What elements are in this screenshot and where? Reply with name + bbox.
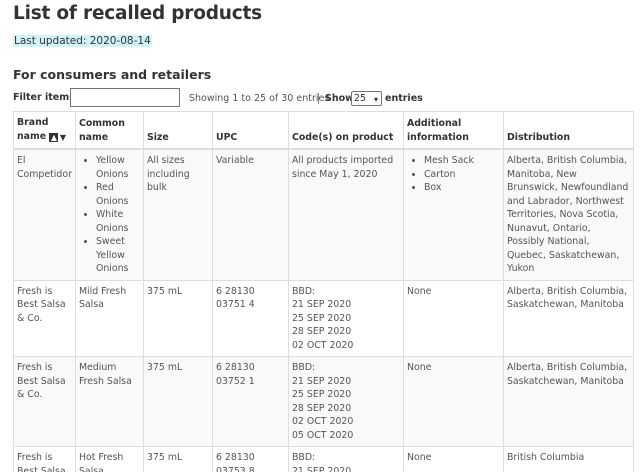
entries-select-value: 25: [354, 93, 367, 104]
cell-additional-info: None: [402, 279, 504, 357]
table-row: El Competidor Yellow Onions Red Onions W…: [13, 148, 634, 281]
entries-select[interactable]: 25 ▾: [351, 91, 382, 106]
cell-distribution: Alberta, British Columbia, Saskatchewan,…: [502, 279, 634, 357]
column-header-upc[interactable]: UPC: [211, 111, 289, 150]
cell-common-name: Hot Fresh Salsa: [74, 446, 144, 472]
list-item: Box: [424, 181, 500, 195]
filter-label: Filter items: [13, 92, 75, 103]
cell-upc: 6 28130 03753 8: [211, 446, 289, 472]
recalls-table: Brand name ▲ ▼ Common name Size UPC Code(…: [13, 111, 634, 472]
cell-size: 375 mL: [142, 356, 213, 447]
separator: [318, 93, 319, 104]
arrow-up-icon[interactable]: ▲: [49, 132, 59, 142]
table-row: Fresh is Best Salsa & Co. Medium Fresh S…: [13, 356, 634, 447]
cell-brand: Fresh is Best Salsa & Co.: [13, 279, 76, 357]
entries-info: Showing 1 to 25 of 30 entries: [189, 93, 330, 104]
column-header-codes[interactable]: Code(s) on product: [287, 111, 404, 150]
arrow-down-icon[interactable]: ▼: [58, 133, 67, 142]
list-item: Carton: [424, 168, 500, 182]
sort-controls[interactable]: ▲ ▼: [49, 131, 67, 145]
show-label: Show: [325, 93, 354, 104]
cell-codes: BBD: 21 SEP 2020 25 SEP 2020 28 SEP 2020…: [287, 356, 404, 447]
cell-distribution: Alberta, British Columbia, Manitoba, New…: [502, 148, 634, 281]
cell-size: 375 mL: [142, 446, 213, 472]
column-header-common-name[interactable]: Common name: [74, 111, 144, 150]
common-name-list: Yellow Onions Red Onions White Onions Sw…: [79, 154, 140, 276]
cell-upc: 6 28130 03751 4: [211, 279, 289, 357]
column-header-size[interactable]: Size: [142, 111, 213, 150]
cell-distribution: Alberta, British Columbia, Saskatchewan,…: [502, 356, 634, 447]
cell-distribution: British Columbia: [502, 446, 634, 472]
table-row: Fresh is Best Salsa & Co. Mild Fresh Sal…: [13, 279, 634, 357]
cell-additional-info: None: [402, 356, 504, 447]
cell-additional-info: None: [402, 446, 504, 472]
last-updated: Last updated: 2020-08-14: [13, 35, 152, 47]
entries-label: entries: [385, 93, 423, 104]
cell-size: All sizes including bulk: [142, 148, 213, 281]
page: List of recalled products Last updated: …: [0, 0, 640, 472]
column-header-brand-name[interactable]: Brand name ▲ ▼: [13, 111, 76, 150]
table-header-row: Brand name ▲ ▼ Common name Size UPC Code(…: [13, 111, 634, 150]
section-heading: For consumers and retailers: [13, 67, 212, 82]
additional-info-list: Mesh Sack Carton Box: [407, 154, 500, 195]
cell-brand: Fresh is Best Salsa & Co.: [13, 356, 76, 447]
list-item: Sweet Yellow Onions: [96, 235, 140, 276]
list-item: White Onions: [96, 208, 140, 235]
cell-common-name: Yellow Onions Red Onions White Onions Sw…: [74, 148, 144, 281]
cell-upc: 6 28130 03752 1: [211, 356, 289, 447]
cell-brand: Fresh is Best Salsa: [13, 446, 76, 472]
chevron-down-icon: ▾: [373, 95, 378, 104]
cell-additional-info: Mesh Sack Carton Box: [402, 148, 504, 281]
cell-common-name: Mild Fresh Salsa: [74, 279, 144, 357]
cell-common-name: Medium Fresh Salsa: [74, 356, 144, 447]
filter-input[interactable]: [70, 88, 180, 107]
cell-size: 375 mL: [142, 279, 213, 357]
table-row: Fresh is Best Salsa Hot Fresh Salsa 375 …: [13, 446, 634, 472]
list-item: Yellow Onions: [96, 154, 140, 181]
cell-codes: BBD: 21 SEP 2020: [287, 446, 404, 472]
cell-brand: El Competidor: [13, 148, 76, 281]
cell-codes: All products imported since May 1, 2020: [287, 148, 404, 281]
column-header-distribution[interactable]: Distribution: [502, 111, 634, 150]
list-item: Mesh Sack: [424, 154, 500, 168]
list-item: Red Onions: [96, 181, 140, 208]
cell-upc: Variable: [211, 148, 289, 281]
column-header-label: Brand name: [17, 117, 49, 142]
cell-codes: BBD: 21 SEP 2020 25 SEP 2020 28 SEP 2020…: [287, 279, 404, 357]
column-header-additional-info[interactable]: Additional information: [402, 111, 504, 150]
page-title: List of recalled products: [13, 3, 262, 24]
